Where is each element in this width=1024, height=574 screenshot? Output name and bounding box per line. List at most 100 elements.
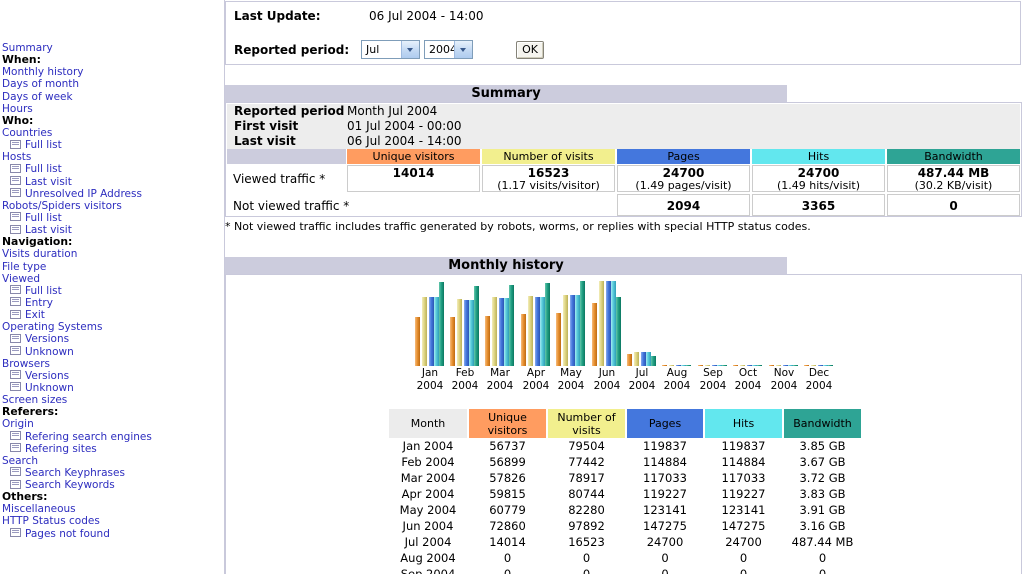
year-select[interactable]: 2004 <box>424 40 473 59</box>
chart-bar-unique-visitors-dec-2004 <box>804 365 809 366</box>
chevron-down-icon[interactable] <box>401 41 419 58</box>
table-cell: 119837 <box>721 439 766 453</box>
info-value: 06 Jul 2004 - 14:00 <box>347 134 462 148</box>
sidebar-item-unknown[interactable]: Unknown <box>2 346 222 358</box>
monthly-column-header-number-of-visits: Number of visits <box>548 409 625 438</box>
month-select[interactable]: Jul <box>361 40 420 59</box>
sidebar-item-hosts[interactable]: Hosts <box>2 151 222 163</box>
table-cell: Aug 2004 <box>400 551 456 565</box>
sub-page-icon <box>10 370 21 380</box>
sidebar-item-unresolved-ip-address[interactable]: Unresolved IP Address <box>2 188 222 200</box>
sidebar-item-full-list[interactable]: Full list <box>2 139 222 151</box>
sidebar-item-monthly-history[interactable]: Monthly history <box>2 66 222 78</box>
table-row: Jun 2004 72860 97892 147275 147275 3.16 GB <box>389 518 861 534</box>
sidebar-item-versions[interactable]: Versions <box>2 370 222 382</box>
chart-bar-unique-visitors-jan-2004 <box>415 317 420 366</box>
year-select-value: 2004 <box>429 43 457 56</box>
sub-page-icon <box>10 285 21 295</box>
sidebar-item-versions[interactable]: Versions <box>2 333 222 345</box>
sub-page-icon <box>10 346 21 356</box>
column-header-number-of-visits: Number of visits <box>482 149 615 164</box>
info-value: 01 Jul 2004 - 00:00 <box>347 119 462 133</box>
table-cell: 147275 <box>721 519 766 533</box>
table-cell: 0 <box>582 567 591 574</box>
sidebar-item-search-keyphrases[interactable]: Search Keyphrases <box>2 467 222 479</box>
sidebar-item-entry[interactable]: Entry <box>2 297 222 309</box>
sidebar-item-days-of-week[interactable]: Days of week <box>2 91 222 103</box>
sidebar-item-pages-not-found[interactable]: Pages not found <box>2 528 222 540</box>
sidebar-item-origin[interactable]: Origin <box>2 418 222 430</box>
monthly-history-box: Jan 2004 Feb 2004 Mar 2004 Apr 2004 May 2004 Jun 20… <box>225 274 1022 574</box>
monthly-column-header-hits: Hits <box>705 409 782 438</box>
sidebar-item-unknown[interactable]: Unknown <box>2 382 222 394</box>
viewed-cell: 14014 <box>347 165 480 192</box>
not-viewed-traffic-label: Not viewed traffic * <box>233 199 350 213</box>
table-cell: Jan 2004 <box>402 439 454 453</box>
chart-bar-number-of-visits-dec-2004 <box>811 365 816 366</box>
chart-bar-number-of-visits-sep-2004 <box>705 365 710 366</box>
sidebar-item-navigation: Navigation: <box>2 235 73 249</box>
sidebar-item-refering-search-engines[interactable]: Refering search engines <box>2 431 222 443</box>
chart-bar-unique-visitors-oct-2004 <box>733 365 738 366</box>
table-cell: 72860 <box>489 519 526 533</box>
sidebar-item-last-visit[interactable]: Last visit <box>2 176 222 188</box>
table-cell: 0 <box>503 567 512 574</box>
sidebar-item-hours[interactable]: Hours <box>2 103 222 115</box>
sidebar-item-operating-systems[interactable]: Operating Systems <box>2 321 222 333</box>
info-label: First visit <box>234 119 299 133</box>
sidebar-item-search[interactable]: Search <box>2 455 222 467</box>
sidebar-item-file-type[interactable]: File type <box>2 261 222 273</box>
chart-bar-bandwidth-gb-jan-2004 <box>439 282 444 366</box>
table-cell: 80744 <box>568 487 605 501</box>
sidebar-item-http-status-codes[interactable]: HTTP Status codes <box>2 515 222 527</box>
table-cell: 3.83 GB <box>799 487 846 501</box>
sub-page-icon <box>10 188 21 198</box>
info-value: Month Jul 2004 <box>347 104 438 118</box>
table-cell: 117033 <box>643 471 687 485</box>
not-viewed-cell: 2094 <box>617 194 750 216</box>
sidebar-item-robots-spiders-visitors[interactable]: Robots/Spiders visitors <box>2 200 222 212</box>
sub-page-icon <box>10 176 21 186</box>
chart-bar-number-of-visits-jan-2004 <box>422 297 427 366</box>
sidebar-item-full-list[interactable]: Full list <box>2 163 222 175</box>
table-cell: 56899 <box>489 455 526 469</box>
table-cell: 60779 <box>489 503 526 517</box>
sub-page-icon <box>10 528 21 538</box>
chart-bar-number-of-visits-jul-2004 <box>634 352 639 366</box>
table-cell: 24700 <box>725 535 762 549</box>
sidebar-item-miscellaneous[interactable]: Miscellaneous <box>2 503 222 515</box>
table-row: May 2004 60779 82280 123141 123141 3.91 GB <box>389 502 861 518</box>
sidebar-item-refering-sites[interactable]: Refering sites <box>2 443 222 455</box>
table-cell: 0 <box>503 551 512 565</box>
chart-bar-number-of-visits-may-2004 <box>563 295 568 366</box>
sub-page-icon <box>10 382 21 392</box>
last-update-label: Last Update: <box>234 9 321 23</box>
chart-bar-unique-visitors-nov-2004 <box>769 365 774 366</box>
table-cell: 14014 <box>489 535 526 549</box>
info-label: Last visit <box>234 134 296 148</box>
month-label: Nov 2004 <box>770 367 798 392</box>
table-cell: 487.44 MB <box>791 535 854 549</box>
table-cell: 57826 <box>489 471 526 485</box>
column-header-hits: Hits <box>752 149 885 164</box>
sidebar-item-full-list[interactable]: Full list <box>2 212 222 224</box>
ok-button[interactable]: OK <box>516 41 544 59</box>
sidebar-item-browsers[interactable]: Browsers <box>2 358 222 370</box>
column-header-bandwidth: Bandwidth <box>887 149 1020 164</box>
sub-page-icon <box>10 224 21 234</box>
viewed-cell: 24700 (1.49 hits/visit) <box>752 165 885 192</box>
table-cell: 147275 <box>643 519 687 533</box>
chevron-down-icon[interactable] <box>454 41 472 58</box>
sidebar-item-visits-duration[interactable]: Visits duration <box>2 248 222 260</box>
sidebar-item-countries[interactable]: Countries <box>2 127 222 139</box>
sidebar-item-exit[interactable]: Exit <box>2 309 222 321</box>
table-row: Aug 2004 0 0 0 0 0 <box>389 550 861 566</box>
sidebar-item-full-list[interactable]: Full list <box>2 285 222 297</box>
summary-title: Summary <box>225 85 787 102</box>
chart-bar-unique-visitors-jul-2004 <box>627 354 632 366</box>
sidebar-item-days-of-month[interactable]: Days of month <box>2 78 222 90</box>
table-cell: 119227 <box>721 487 766 501</box>
chart-bar-number-of-visits-mar-2004 <box>492 297 497 366</box>
chart-bar-number-of-visits-jun-2004 <box>599 281 604 366</box>
sidebar-item-viewed[interactable]: Viewed <box>2 273 222 285</box>
